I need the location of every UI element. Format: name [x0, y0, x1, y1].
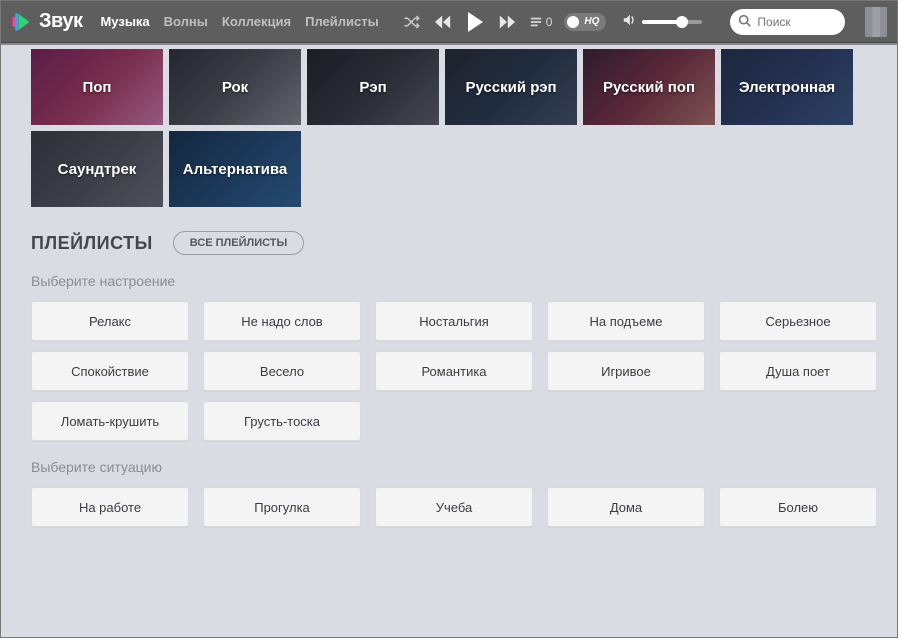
queue-indicator[interactable]: 0: [529, 15, 553, 29]
logo-icon: [11, 11, 33, 33]
main-content: Поп Рок Рэп Русский рэп Русский поп Элек…: [1, 45, 897, 547]
genre-label: Электронная: [733, 79, 841, 96]
nav-music[interactable]: Музыка: [100, 14, 149, 29]
main-nav: Музыка Волны Коллекция Плейлисты: [100, 14, 378, 29]
genre-label: Рэп: [353, 79, 392, 96]
previous-icon[interactable]: [433, 14, 453, 30]
genre-label: Саундтрек: [52, 161, 143, 178]
situation-chip[interactable]: Болею: [719, 487, 877, 527]
hq-toggle[interactable]: HQ: [564, 13, 606, 31]
genre-card-electronic[interactable]: Электронная: [721, 49, 853, 125]
app-window: Звук Музыка Волны Коллекция Плейлисты: [0, 0, 898, 638]
genre-label: Альтернатива: [177, 161, 293, 178]
situation-label: Выберите ситуацию: [31, 459, 867, 475]
player-controls: 0 HQ: [403, 11, 703, 33]
hq-label: HQ: [579, 16, 603, 27]
situation-chip[interactable]: Учеба: [375, 487, 533, 527]
volume-slider[interactable]: [642, 20, 702, 24]
genre-card-rock[interactable]: Рок: [169, 49, 301, 125]
genre-card-rap[interactable]: Рэп: [307, 49, 439, 125]
nav-waves[interactable]: Волны: [164, 14, 208, 29]
nav-collection[interactable]: Коллекция: [222, 14, 291, 29]
genre-card-alternative[interactable]: Альтернатива: [169, 131, 301, 207]
mood-label: Выберите настроение: [31, 273, 867, 289]
section-title: ПЛЕЙЛИСТЫ: [31, 233, 153, 254]
playlists-section: ПЛЕЙЛИСТЫ ВСЕ ПЛЕЙЛИСТЫ: [1, 207, 897, 255]
mood-chip[interactable]: Грусть-тоска: [203, 401, 361, 441]
genre-card-pop[interactable]: Поп: [31, 49, 163, 125]
all-playlists-button[interactable]: ВСЕ ПЛЕЙЛИСТЫ: [173, 231, 305, 255]
mood-chip[interactable]: Ломать-крушить: [31, 401, 189, 441]
play-icon[interactable]: [465, 11, 485, 33]
top-bar: Звук Музыка Волны Коллекция Плейлисты: [1, 1, 897, 43]
search-icon: [738, 14, 751, 30]
volume-control[interactable]: [622, 13, 702, 30]
mood-chip[interactable]: Релакс: [31, 301, 189, 341]
situation-chip[interactable]: Прогулка: [203, 487, 361, 527]
genre-card-russian-rap[interactable]: Русский рэп: [445, 49, 577, 125]
mood-chip-grid: Релакс Не надо слов Ностальгия На подъем…: [1, 301, 897, 441]
nav-playlists[interactable]: Плейлисты: [305, 14, 379, 29]
mood-chip[interactable]: Не надо слов: [203, 301, 361, 341]
logo-text: Звук: [39, 10, 82, 33]
mood-chip[interactable]: На подъеме: [547, 301, 705, 341]
shuffle-icon[interactable]: [403, 15, 421, 29]
mood-chip[interactable]: Серьезное: [719, 301, 877, 341]
logo[interactable]: Звук: [11, 10, 82, 33]
genre-grid: Поп Рок Рэп Русский рэп Русский поп Элек…: [1, 45, 897, 207]
search-box[interactable]: [730, 9, 845, 35]
situation-chip-grid: На работе Прогулка Учеба Дома Болею: [1, 487, 897, 527]
next-icon[interactable]: [497, 14, 517, 30]
mood-chip[interactable]: Душа поет: [719, 351, 877, 391]
mood-chip[interactable]: Весело: [203, 351, 361, 391]
mood-chip[interactable]: Ностальгия: [375, 301, 533, 341]
situation-chip[interactable]: Дома: [547, 487, 705, 527]
genre-label: Русский поп: [597, 79, 701, 96]
avatar[interactable]: [865, 7, 887, 37]
search-input[interactable]: [757, 15, 837, 29]
mood-chip[interactable]: Игривое: [547, 351, 705, 391]
genre-label: Поп: [76, 79, 117, 96]
situation-chip[interactable]: На работе: [31, 487, 189, 527]
genre-card-russian-pop[interactable]: Русский поп: [583, 49, 715, 125]
genre-card-soundtrack[interactable]: Саундтрек: [31, 131, 163, 207]
mood-chip[interactable]: Романтика: [375, 351, 533, 391]
volume-icon: [622, 13, 636, 30]
hq-toggle-knob: [567, 16, 579, 28]
mood-chip[interactable]: Спокойствие: [31, 351, 189, 391]
queue-count: 0: [546, 15, 553, 29]
genre-label: Русский рэп: [459, 79, 562, 96]
genre-label: Рок: [216, 79, 254, 96]
